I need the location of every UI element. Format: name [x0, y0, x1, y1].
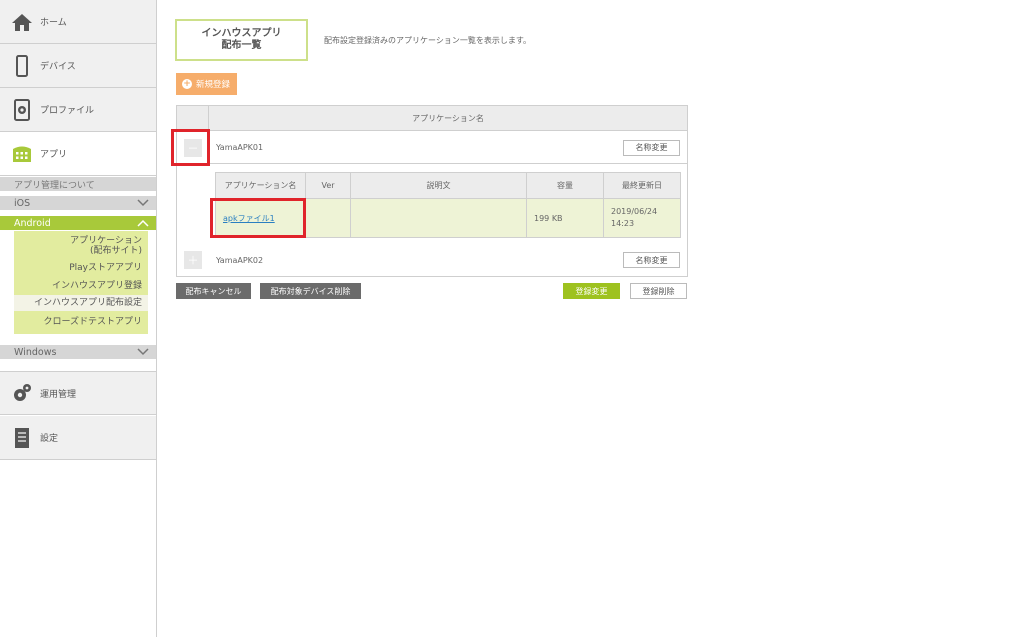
android-item-inhouse-register[interactable]: インハウスアプリ登録: [14, 273, 148, 291]
nav-apps[interactable]: アプリ: [0, 132, 156, 176]
new-register-label: 新規登録: [196, 80, 231, 90]
os-windows-row[interactable]: Windows: [0, 345, 156, 359]
plus-circle-icon: +: [182, 79, 192, 89]
nav-profile[interactable]: プロファイル: [0, 88, 156, 132]
chevron-down-icon: [136, 198, 150, 208]
os-android-label: Android: [14, 217, 51, 229]
col-size: 容量: [527, 173, 604, 198]
cancel-distribution-button[interactable]: 配布キャンセル: [176, 283, 251, 299]
table-header-app-name: アプリケーション名: [412, 114, 484, 123]
android-item-application-site[interactable]: アプリケーション (配布サイト): [14, 231, 148, 256]
cell-last-updated: 2019/06/24 14:23: [604, 199, 680, 237]
nav-operations-label: 運用管理: [40, 389, 77, 400]
os-ios-label: iOS: [14, 197, 31, 209]
delete-registration-button[interactable]: 登録削除: [630, 283, 687, 299]
nav-home[interactable]: ホーム: [0, 0, 156, 44]
nav-operations[interactable]: 運用管理: [0, 371, 156, 415]
table-header: アプリケーション名: [177, 106, 687, 131]
new-register-button[interactable]: + 新規登録: [176, 73, 237, 95]
cell-ver: [306, 199, 351, 237]
highlight-box: [210, 198, 306, 238]
expand-toggle-button[interactable]: ＋: [184, 251, 202, 269]
gears-icon: [10, 381, 34, 405]
col-description: 説明文: [351, 173, 527, 198]
nav-apps-label: アプリ: [40, 150, 68, 160]
last-updated-value: 2019/06/24 14:23: [611, 206, 657, 230]
nav-profile-label: プロファイル: [40, 106, 95, 116]
highlight-box: [171, 129, 210, 166]
android-item-closed-test[interactable]: クローズドテストアプリ: [14, 311, 148, 327]
page-description: 配布設定登録済みのアプリケーション一覧を表示します。: [324, 36, 532, 45]
app-root: ホーム デバイス プロファイル アプリ アプリ管理について iOS Androi…: [0, 0, 1024, 637]
chevron-up-icon: [136, 218, 150, 228]
col-app-name: アプリケーション名: [216, 173, 306, 198]
os-windows-label: Windows: [14, 346, 57, 358]
app-row-name: YamaAPK01: [216, 143, 264, 152]
sidebar: ホーム デバイス プロファイル アプリ アプリ管理について iOS Androi…: [0, 0, 157, 637]
update-registration-button[interactable]: 登録変更: [563, 283, 620, 299]
cell-size: 199 KB: [527, 199, 604, 237]
table-header-spacer: [177, 106, 209, 131]
page-title-line2: 配布一覧: [221, 40, 262, 51]
delete-target-devices-button[interactable]: 配布対象デバイス削除: [260, 283, 361, 299]
app-distribution-table: アプリケーション名 － YamaAPK01 名称変更 アプリケーション名 Ver…: [176, 105, 688, 277]
smartphone-icon: [10, 54, 34, 78]
apps-grid-icon: [10, 142, 34, 166]
android-submenu: アプリケーション (配布サイト) Playストアアプリ インハウスアプリ登録 イ…: [14, 231, 148, 334]
nav-settings-label: 設定: [40, 434, 59, 444]
page-title-line1: インハウスアプリ: [201, 28, 282, 39]
rename-button[interactable]: 名称変更: [623, 252, 680, 268]
page-title: インハウスアプリ 配布一覧: [175, 19, 308, 61]
last-updated-date: 2019/06/24: [611, 207, 658, 216]
table-row: － YamaAPK01 名称変更: [177, 132, 687, 164]
cell-description: [351, 199, 527, 237]
app-detail-header: アプリケーション名 Ver 説明文 容量 最終更新日: [216, 173, 680, 199]
app-row-name: YamaAPK02: [216, 255, 264, 265]
rename-button[interactable]: 名称変更: [623, 139, 680, 156]
nav-settings[interactable]: 設定: [0, 416, 156, 460]
os-ios-row[interactable]: iOS: [0, 196, 156, 210]
table-row: ＋ YamaAPK02 名称変更: [177, 244, 687, 276]
document-icon: [10, 426, 34, 450]
chevron-down-icon: [136, 347, 150, 357]
android-item-playstore[interactable]: Playストアアプリ: [14, 256, 148, 273]
app-management-header[interactable]: アプリ管理について: [0, 177, 156, 191]
os-android-row[interactable]: Android: [0, 216, 156, 230]
nav-devices[interactable]: デバイス: [0, 44, 156, 88]
home-icon: [10, 10, 34, 34]
android-item-inhouse-distribution[interactable]: インハウスアプリ配布設定: [14, 295, 148, 311]
profile-device-gear-icon: [10, 98, 34, 122]
nav-devices-label: デバイス: [40, 62, 76, 72]
last-updated-time: 14:23: [611, 219, 635, 228]
nav-home-label: ホーム: [40, 18, 67, 28]
col-last-updated: 最終更新日: [622, 181, 662, 190]
col-ver: Ver: [306, 173, 351, 198]
